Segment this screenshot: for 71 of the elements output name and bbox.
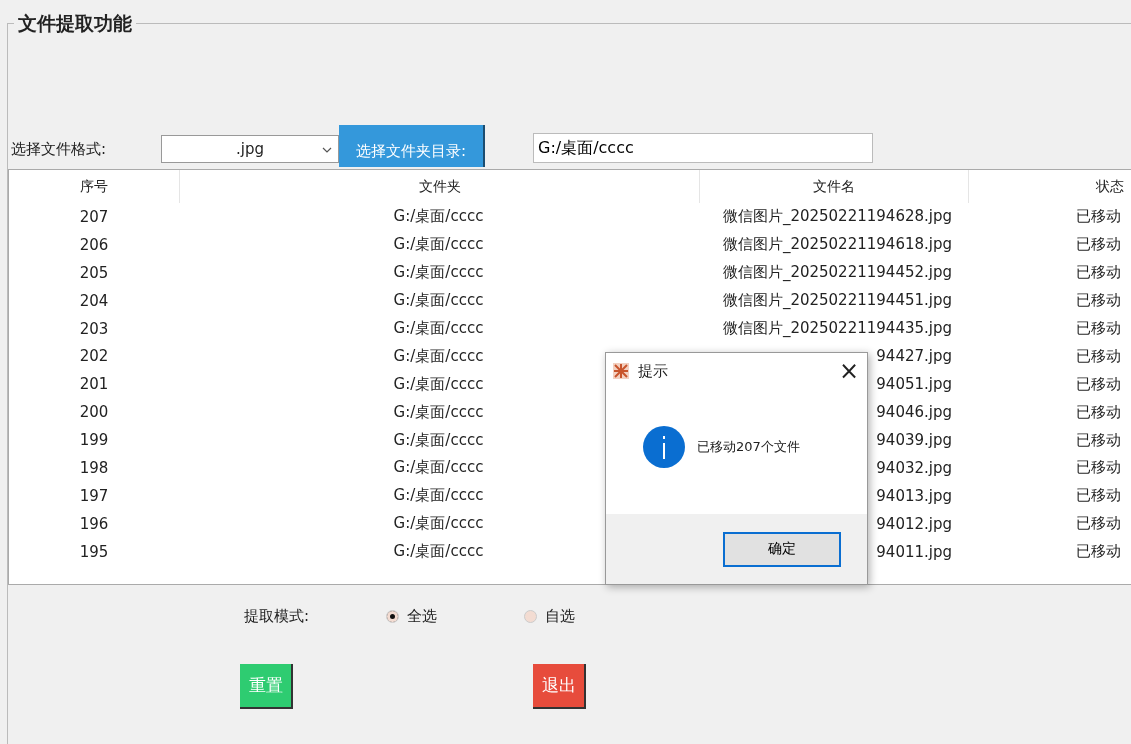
table-cell: 已移动 — [1076, 430, 1121, 449]
table-cell: G:/桌面/cccc — [393, 514, 484, 533]
table-cell: 94011.jpg — [876, 542, 952, 561]
table-cell: 已移动 — [1076, 207, 1121, 226]
table-cell: 已移动 — [1076, 235, 1121, 254]
table-cell: 已移动 — [1076, 486, 1121, 505]
table-cell: 203 — [79, 319, 109, 338]
radio-option[interactable]: 自选 — [524, 607, 662, 626]
table-cell: 微信图片_20250221194435.jpg — [722, 319, 952, 337]
table-cell: 已移动 — [1076, 263, 1121, 282]
table-cell: 94046.jpg — [876, 403, 952, 422]
format-label: 选择文件格式: — [11, 140, 108, 160]
table-cell: 微信图片_20250221194451.jpg — [722, 291, 952, 310]
table-cell: 已移动 — [1076, 346, 1121, 365]
table-cell: G:/桌面/cccc — [393, 430, 484, 449]
table-cell: G:/桌面/cccc — [393, 235, 484, 254]
table-cell: 已移动 — [1076, 291, 1121, 310]
table-cell: G:/桌面/cccc — [393, 542, 484, 561]
table-cell: 198 — [79, 458, 109, 477]
table-cell: G:/桌面/cccc — [393, 374, 484, 393]
table-cell: 94039.jpg — [876, 431, 952, 450]
path-field[interactable]: G:/桌面/cccc — [533, 133, 873, 163]
table-cell: G:/桌面/cccc — [393, 263, 484, 282]
table-cell: 197 — [79, 486, 109, 505]
table-cell: 已移动 — [1076, 542, 1121, 561]
radio-option[interactable]: 全选 — [386, 607, 524, 626]
table-cell: 已移动 — [1076, 374, 1121, 393]
table-cell: 205 — [79, 263, 109, 282]
column-header[interactable]: 序号 — [9, 170, 180, 203]
column-header[interactable]: 文件名 — [700, 170, 969, 203]
caret-icon — [322, 147, 332, 153]
dialog-title: 提示 — [638, 361, 669, 381]
table-cell: 94012.jpg — [876, 514, 952, 533]
table-cell: 195 — [79, 542, 109, 561]
app-icon — [612, 362, 630, 380]
table-cell: 207 — [79, 207, 109, 226]
table-cell: G:/桌面/cccc — [393, 458, 484, 477]
column-header[interactable]: 文件夹 — [180, 170, 700, 203]
exit-button[interactable]: 退出 — [533, 664, 586, 709]
close-button[interactable]: × — [838, 359, 859, 383]
table-cell: 已移动 — [1076, 514, 1121, 533]
table-cell: G:/桌面/cccc — [393, 291, 484, 310]
table-cell: G:/桌面/cccc — [393, 207, 484, 226]
table-cell: 94032.jpg — [876, 458, 952, 477]
group-title: 文件提取功能 — [14, 11, 136, 37]
table-cell: 196 — [79, 514, 109, 533]
table-cell: G:/桌面/cccc — [393, 319, 484, 337]
table-cell: 202 — [79, 347, 109, 366]
column-header[interactable]: 状态 — [969, 170, 1124, 203]
info-icon — [643, 425, 685, 468]
table-cell: 微信图片_20250221194618.jpg — [722, 235, 952, 254]
table-cell: 204 — [79, 291, 109, 310]
table-cell: G:/桌面/cccc — [393, 486, 484, 505]
dialog-message: 已移动207个文件 — [697, 437, 800, 456]
table-cell: 201 — [79, 375, 109, 394]
format-dropdown[interactable]: .jpg — [161, 135, 339, 163]
table-cell: 94427.jpg — [876, 347, 952, 366]
table-cell: 已移动 — [1076, 402, 1121, 421]
table-cell: 已移动 — [1076, 458, 1121, 477]
table-cell: 已移动 — [1076, 319, 1121, 337]
table-cell: 94013.jpg — [876, 486, 952, 505]
table-cell: 200 — [79, 403, 109, 422]
mode-label: 提取模式: — [244, 607, 311, 626]
table-cell: G:/桌面/cccc — [393, 402, 484, 421]
table-cell: 94051.jpg — [876, 375, 952, 394]
ok-button[interactable]: 确定 — [723, 531, 841, 567]
table-cell: 微信图片_20250221194452.jpg — [722, 263, 952, 282]
table-cell: 微信图片_20250221194628.jpg — [722, 207, 952, 226]
table-cell: G:/桌面/cccc — [393, 346, 484, 365]
table-cell: 199 — [79, 431, 109, 450]
table-cell: 206 — [79, 235, 109, 254]
